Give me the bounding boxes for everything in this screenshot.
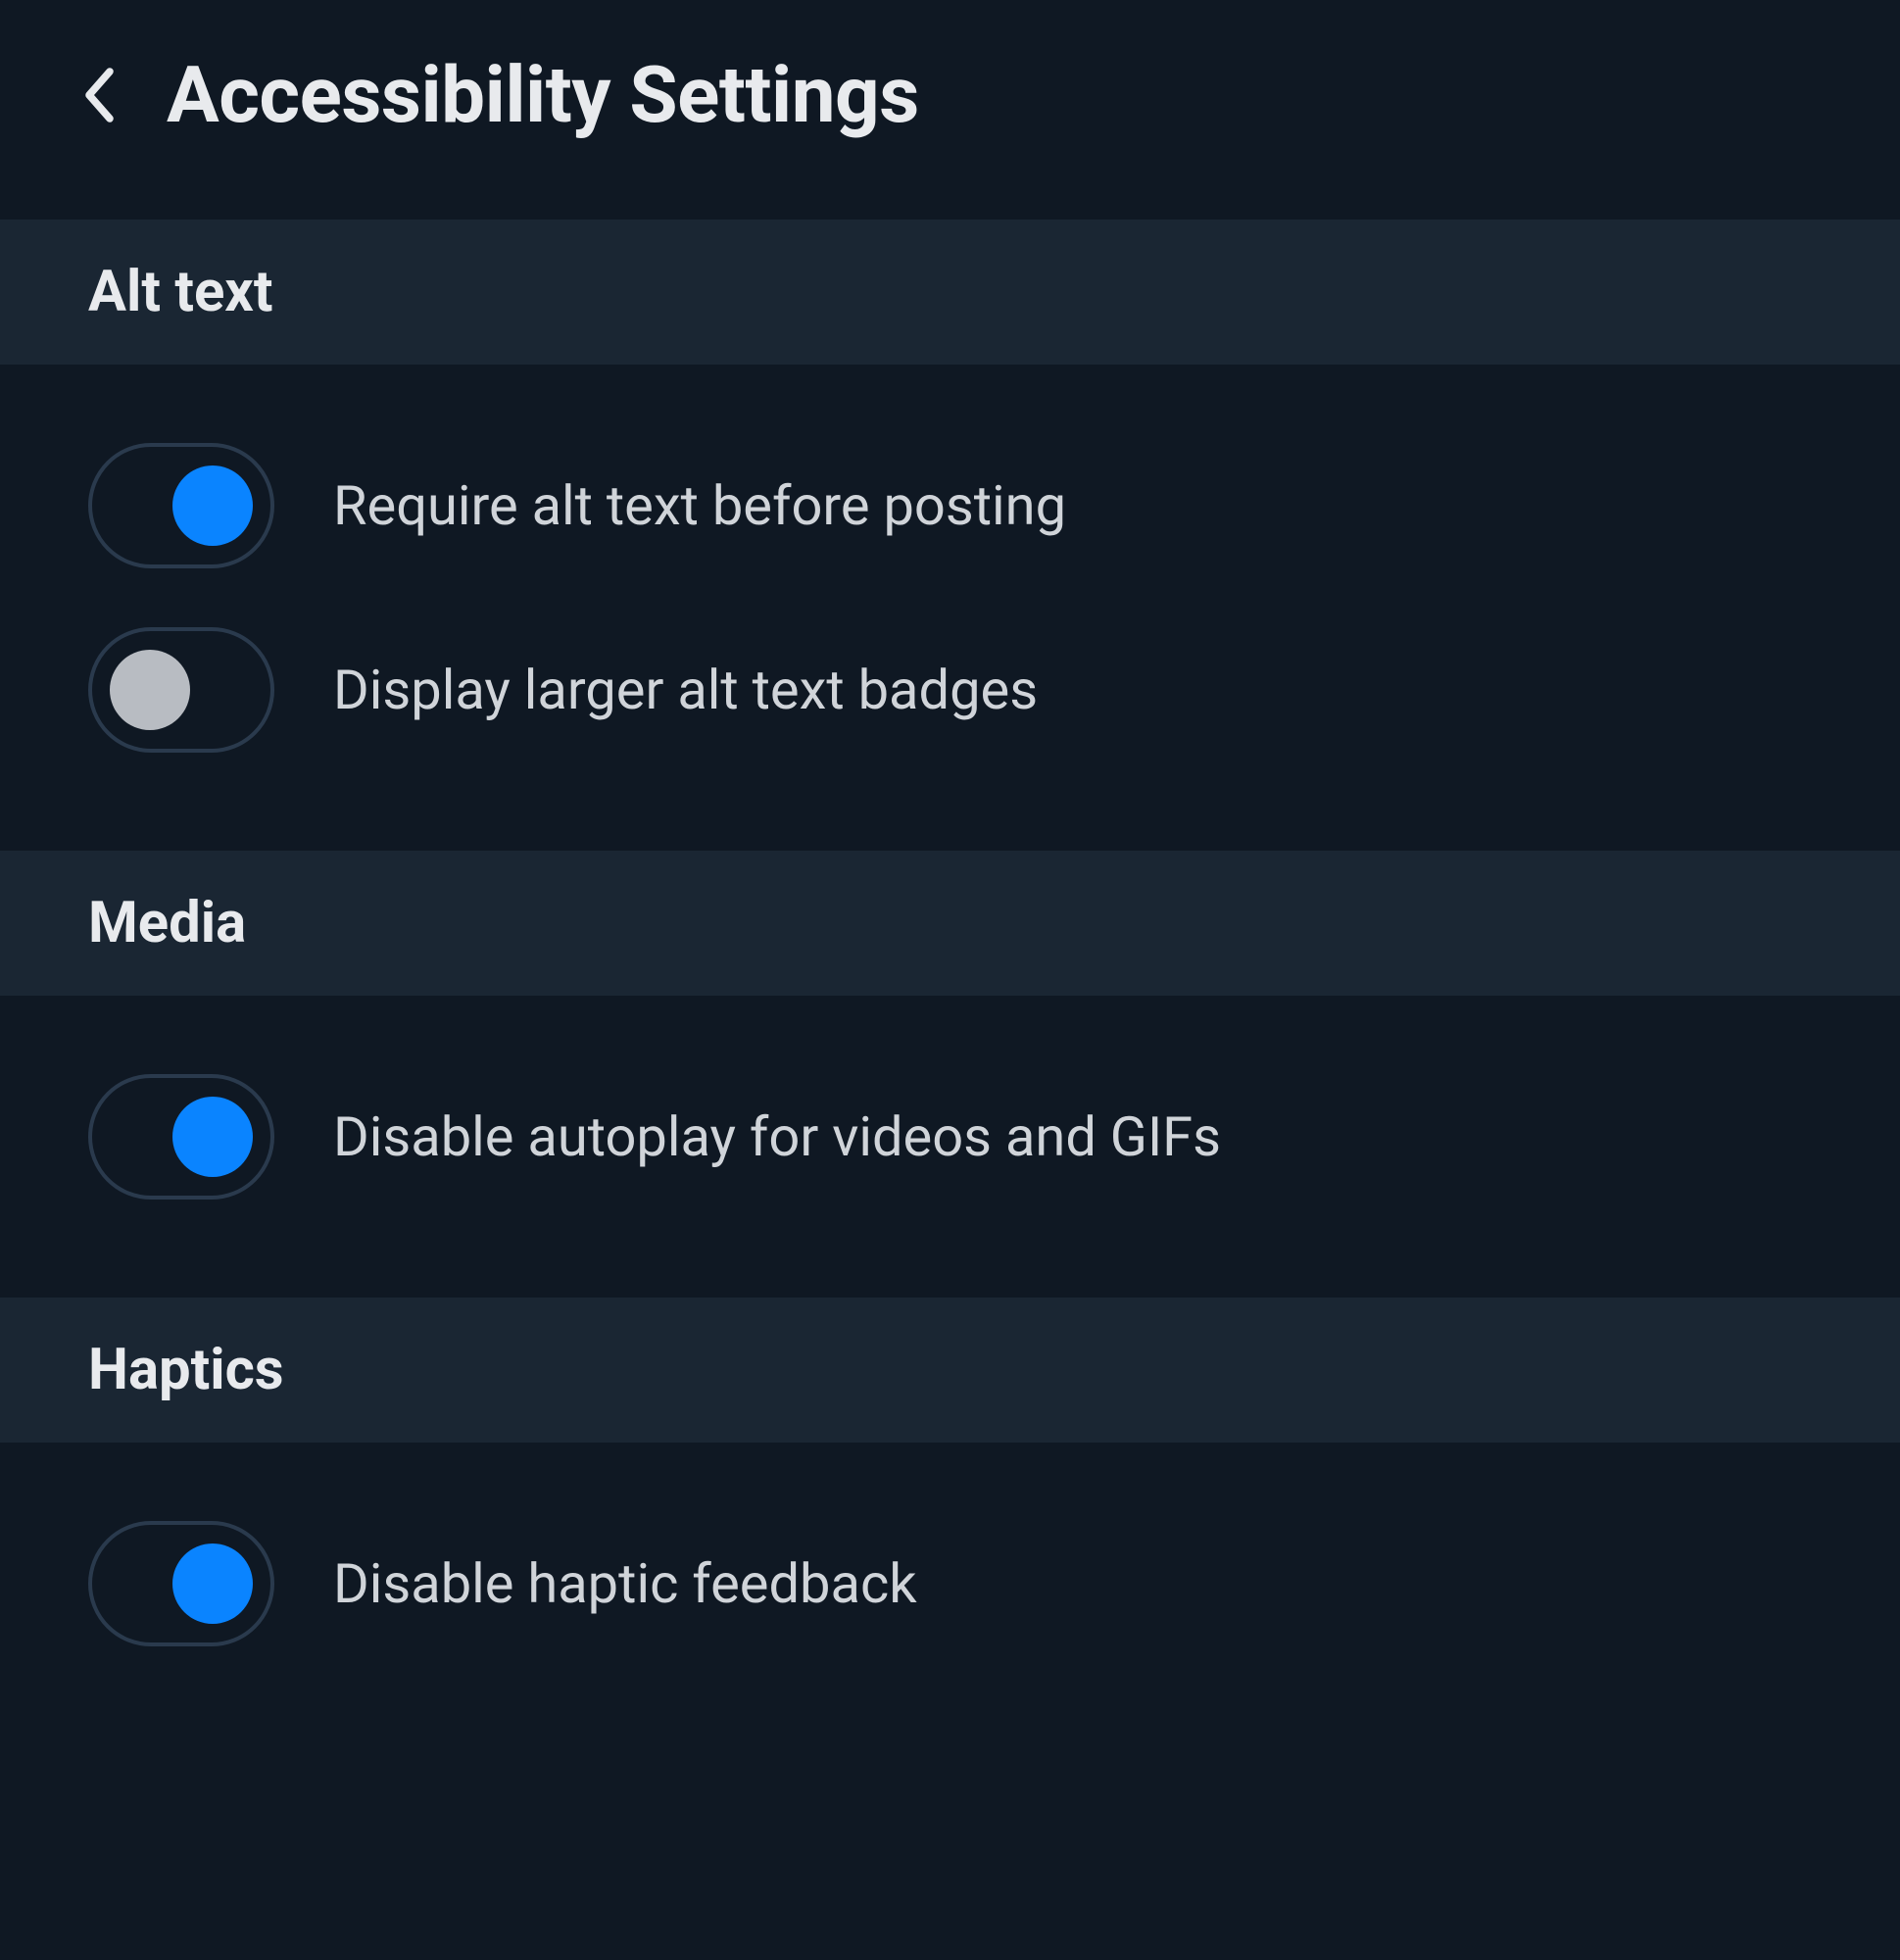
section-title-media: Media: [88, 890, 1812, 956]
section-title-alt-text: Alt text: [88, 259, 1812, 325]
setting-row-disable-haptics: Disable haptic feedback: [88, 1492, 1812, 1676]
section-header-haptics: Haptics: [0, 1298, 1900, 1443]
toggle-disable-autoplay[interactable]: [88, 1074, 274, 1200]
setting-label: Display larger alt text badges: [333, 658, 1038, 722]
setting-label: Disable autoplay for videos and GIFs: [333, 1104, 1221, 1169]
page-title: Accessibility Settings: [167, 49, 919, 141]
section-title-haptics: Haptics: [88, 1337, 1812, 1403]
setting-label: Disable haptic feedback: [333, 1551, 917, 1616]
toggle-require-alt-text[interactable]: [88, 443, 274, 568]
toggle-disable-haptics[interactable]: [88, 1521, 274, 1646]
toggle-knob: [172, 1544, 253, 1624]
toggle-knob: [172, 466, 253, 546]
toggle-knob: [172, 1097, 253, 1177]
section-body-media: Disable autoplay for videos and GIFs: [0, 996, 1900, 1278]
toggle-knob: [110, 650, 190, 730]
setting-label: Require alt text before posting: [333, 473, 1066, 538]
section-header-alt-text: Alt text: [0, 220, 1900, 365]
back-button[interactable]: [78, 66, 118, 124]
setting-row-disable-autoplay: Disable autoplay for videos and GIFs: [88, 1045, 1812, 1229]
chevron-left-icon: [80, 66, 116, 124]
section-body-alt-text: Require alt text before posting Display …: [0, 365, 1900, 831]
section-body-haptics: Disable haptic feedback: [0, 1443, 1900, 1725]
setting-row-larger-alt-badges: Display larger alt text badges: [88, 598, 1812, 782]
section-header-media: Media: [0, 851, 1900, 996]
toggle-larger-alt-badges[interactable]: [88, 627, 274, 753]
setting-row-require-alt-text: Require alt text before posting: [88, 414, 1812, 598]
header: Accessibility Settings: [0, 0, 1900, 220]
